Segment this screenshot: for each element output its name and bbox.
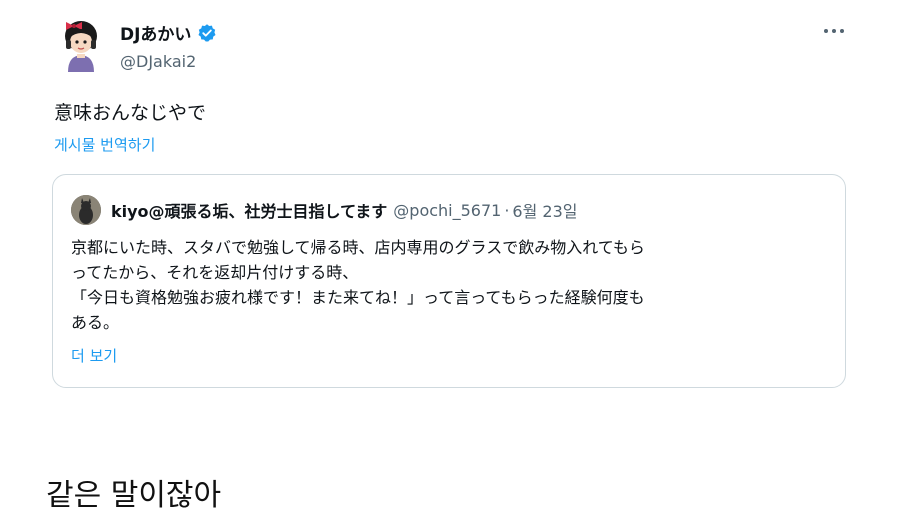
quoted-author-name[interactable]: kiyo@頑張る垢、社労士目指してます: [111, 198, 387, 222]
translate-post-link[interactable]: 게시물 번역하기: [54, 134, 155, 155]
verified-badge-icon: [197, 23, 217, 43]
quoted-tweet-line: 京都にいた時、スタバで勉強して帰る時、店内専用のグラスで飲み物入れてもら: [71, 238, 645, 257]
show-more-link[interactable]: 더 보기: [71, 345, 117, 366]
quoted-tweet-date[interactable]: 6월 23일: [512, 198, 577, 222]
dog-avatar-icon: [71, 195, 101, 225]
quoted-author-handle[interactable]: @pochi_5671: [393, 201, 501, 220]
author-name-row: DJあかい: [120, 20, 217, 45]
author-name[interactable]: DJあかい: [120, 20, 191, 45]
quoted-tweet-header: kiyo@頑張る垢、社労士目指してます @pochi_5671 · 6월 23일: [71, 195, 578, 225]
separator-dot: ·: [504, 200, 510, 220]
tweet-text: 意味おんなじやで: [54, 102, 207, 124]
quoted-author-avatar[interactable]: [71, 195, 101, 225]
caption-text: 같은 말이잖아: [46, 478, 222, 513]
quoted-tweet-card[interactable]: kiyo@頑張る垢、社労士目指してます @pochi_5671 · 6월 23일…: [52, 174, 846, 388]
quoted-tweet-line: 「今日も資格勉強お疲れ様です！また来てね！」って言ってもらった経験何度も: [71, 288, 645, 307]
quoted-tweet-body: 京都にいた時、スタバで勉強して帰る時、店内専用のグラスで飲み物入れてもら ってた…: [71, 235, 831, 335]
quoted-tweet-line: ある。: [71, 313, 120, 332]
author-handle[interactable]: @DJakai2: [120, 52, 196, 71]
more-options-icon[interactable]: [822, 20, 846, 41]
avatar-illustration-icon: [65, 21, 97, 72]
quoted-tweet-line: ってたから、それを返却片付けする時、: [71, 263, 359, 282]
author-avatar[interactable]: [56, 14, 106, 74]
